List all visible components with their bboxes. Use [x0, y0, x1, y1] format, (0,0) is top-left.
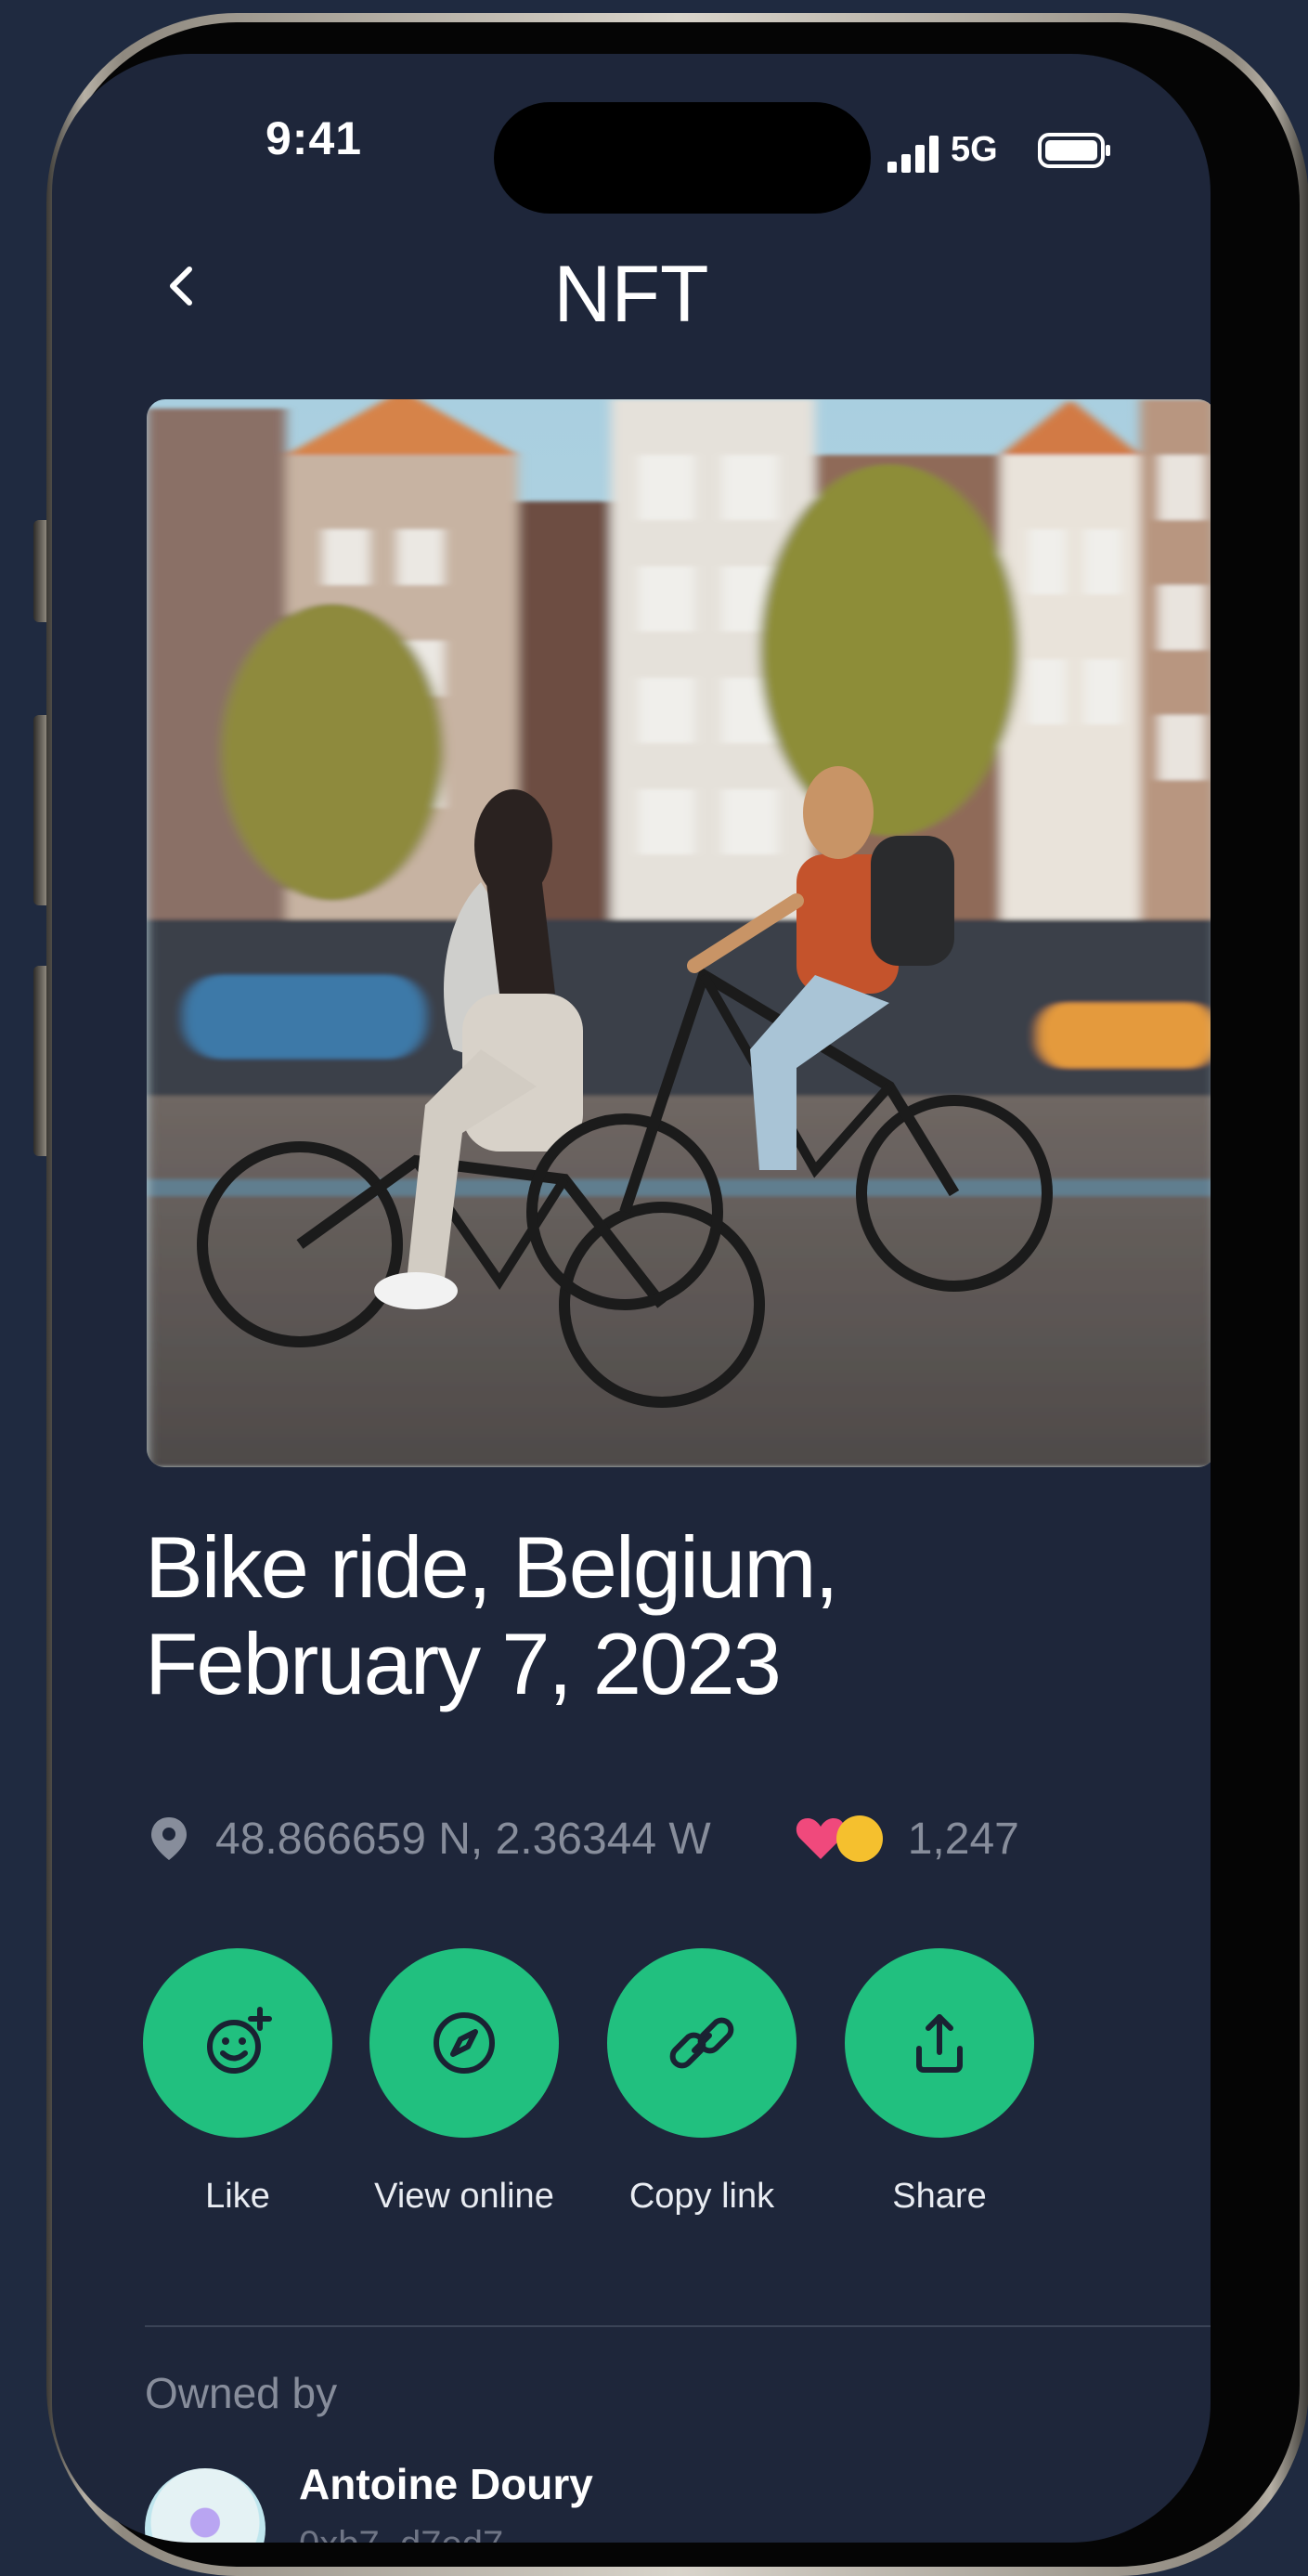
likes-count: 1,247: [907, 1814, 1019, 1864]
like-button[interactable]: [143, 1948, 332, 2138]
share-button[interactable]: [845, 1948, 1034, 2138]
network-label: 5G: [951, 130, 998, 169]
battery-full-icon: [1038, 133, 1110, 168]
section-divider: [145, 2325, 1211, 2327]
owner-name[interactable]: Antoine Doury: [299, 2459, 593, 2509]
copy-link-action[interactable]: Copy link: [581, 1948, 822, 2255]
copy-link-button[interactable]: [607, 1948, 796, 2138]
share-label: Share: [892, 2177, 987, 2216]
volume-up-button: [33, 715, 46, 905]
status-time: 9:41: [265, 112, 363, 164]
emoji-add-icon: [207, 2007, 272, 2074]
page-title: NFT: [553, 250, 709, 339]
nft-meta: 48.866659 N, 2.36344 W 1,247: [149, 1811, 1019, 1867]
like-action[interactable]: Like: [117, 1948, 358, 2255]
app-screen: 9:41 5G NFT Bike ride, Belgium, February…: [52, 54, 1211, 2543]
like-label: Like: [205, 2177, 270, 2216]
view-online-button[interactable]: [369, 1948, 559, 2138]
view-online-label: View online: [374, 2177, 554, 2216]
location-coordinates: 48.866659 N, 2.36344 W: [215, 1814, 711, 1864]
owner-address: 0xb7..d7ed7: [299, 2524, 503, 2543]
compass-icon: [434, 2012, 495, 2074]
share-upload-icon: [916, 2014, 963, 2073]
link-icon: [669, 2017, 734, 2069]
nft-title: Bike ride, Belgium, February 7, 2023: [145, 1518, 839, 1712]
dynamic-island: [494, 102, 871, 214]
owned-by-label: Owned by: [145, 2369, 338, 2417]
cellular-signal-icon: [887, 136, 939, 173]
heart-and-emoji-reactions-icon: [796, 1815, 883, 1862]
map-pin-icon: [151, 1817, 187, 1860]
owner-avatar[interactable]: [145, 2468, 265, 2543]
share-action[interactable]: Share: [819, 1948, 1060, 2255]
nft-image[interactable]: [147, 399, 1211, 1467]
view-online-action[interactable]: View online: [343, 1948, 585, 2255]
action-button: [33, 520, 46, 622]
volume-down-button: [33, 966, 46, 1156]
copy-link-label: Copy link: [628, 2177, 775, 2216]
